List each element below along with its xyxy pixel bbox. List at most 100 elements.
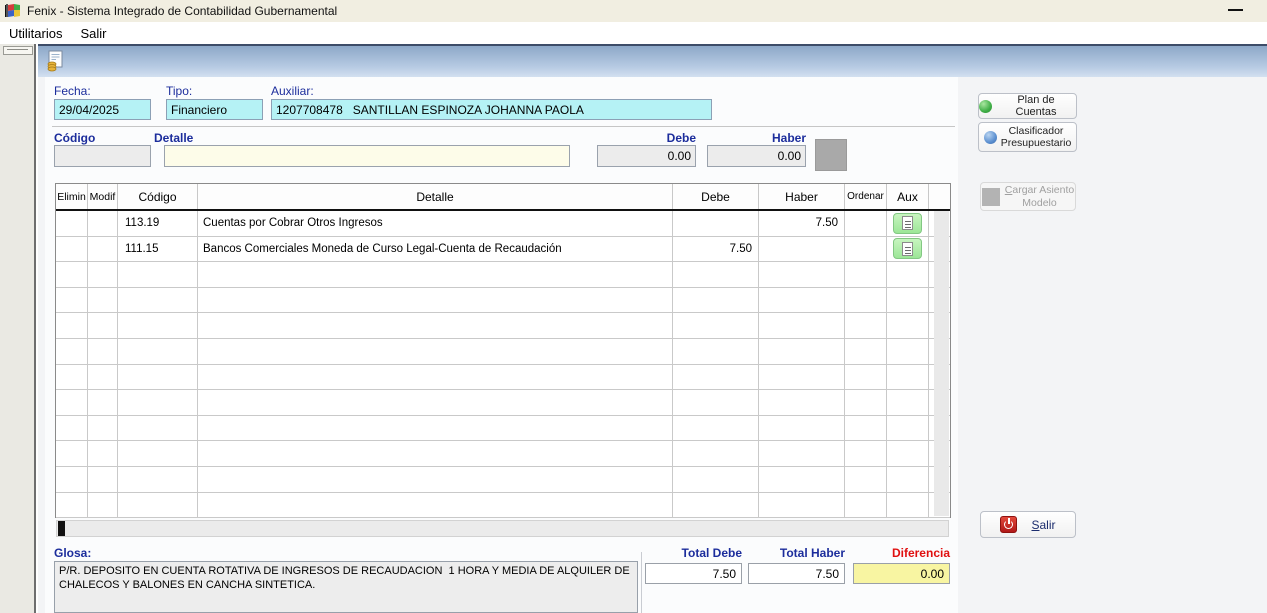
modif-cell[interactable] [88,365,118,390]
aux-cell [887,365,929,390]
fecha-field[interactable]: 29/04/2025 [54,99,151,120]
modif-cell[interactable] [88,416,118,441]
codigo-cell [118,288,198,313]
elimin-cell[interactable] [56,416,88,441]
codigo-field[interactable] [54,145,151,167]
table-row[interactable] [56,416,950,442]
debe-cell: 7.50 [673,237,759,262]
table-body: 113.19 Cuentas por Cobrar Otros Ingresos… [56,211,950,518]
ordenar-cell [845,390,887,415]
glosa-textarea[interactable]: P/R. DEPOSITO EN CUENTA ROTATIVA DE INGR… [54,561,638,613]
gray-square-icon [982,188,1000,206]
elimin-cell[interactable] [56,390,88,415]
table-row[interactable] [56,441,950,467]
diferencia-label: Diferencia [853,546,950,560]
detalle-cell [198,390,673,415]
debe-cell [673,365,759,390]
codigo-cell [118,365,198,390]
modif-cell[interactable] [88,441,118,466]
table-row[interactable]: 113.19 Cuentas por Cobrar Otros Ingresos… [56,211,950,237]
toolbar [38,44,1267,77]
entries-table: Elimin Modif Código Detalle Debe Haber O… [55,183,951,518]
aux-cell [887,441,929,466]
aux-cell [887,339,929,364]
table-row[interactable] [56,339,950,365]
journal-document-icon[interactable] [45,50,67,74]
codigo-cell [118,441,198,466]
menu-utilitarios[interactable]: Utilitarios [0,24,71,43]
glosa-label: Glosa: [54,546,91,560]
modif-cell[interactable] [88,390,118,415]
table-row[interactable] [56,365,950,391]
haber-cell [759,493,845,518]
elimin-cell[interactable] [56,237,88,262]
table-row[interactable] [56,467,950,493]
debe-label: Debe [597,131,696,145]
ordenar-cell [845,493,887,518]
horizontal-scrollbar[interactable] [56,520,949,537]
modif-cell[interactable] [88,313,118,338]
gray-square-button[interactable] [815,139,847,171]
modif-cell[interactable] [88,262,118,287]
total-debe-label: Total Debe [645,546,742,560]
detalle-label: Detalle [154,131,193,145]
debe-field[interactable]: 0.00 [597,145,696,167]
modif-cell[interactable] [88,237,118,262]
table-row[interactable] [56,288,950,314]
elimin-cell[interactable] [56,339,88,364]
plan-de-cuentas-label: Plan de Cuentas [996,94,1076,118]
aux-button[interactable] [893,213,922,234]
codigo-cell [118,416,198,441]
modif-cell[interactable] [88,467,118,492]
minimize-button[interactable] [1228,9,1243,11]
elimin-cell[interactable] [56,313,88,338]
debe-cell [673,493,759,518]
haber-cell [759,237,845,262]
total-haber-field: 7.50 [748,563,845,584]
elimin-cell[interactable] [56,288,88,313]
collapsed-panel-handle[interactable] [3,46,33,55]
separator-line [52,126,955,127]
codigo-cell [118,390,198,415]
elimin-cell[interactable] [56,467,88,492]
menu-salir[interactable]: Salir [71,24,115,43]
horizontal-scrollbar-thumb[interactable] [58,521,65,536]
salir-button[interactable]: Salir [980,511,1076,538]
ordenar-cell [845,262,887,287]
haber-field[interactable]: 0.00 [707,145,806,167]
table-row[interactable]: 111.15 Bancos Comerciales Moneda de Curs… [56,237,950,263]
detalle-cell: Bancos Comerciales Moneda de Curso Legal… [198,237,673,262]
clasificador-presupuestario-button[interactable]: Clasificador Presupuestario [978,122,1077,152]
power-icon [1000,516,1017,533]
plan-de-cuentas-button[interactable]: Plan de Cuentas [978,93,1077,119]
auxiliar-field[interactable]: 1207708478 SANTILLAN ESPINOZA JOHANNA PA… [271,99,712,120]
tipo-field[interactable]: Financiero [166,99,263,120]
detalle-field[interactable] [164,145,570,167]
elimin-cell[interactable] [56,441,88,466]
modif-cell[interactable] [88,211,118,236]
modif-cell[interactable] [88,339,118,364]
aux-cell [887,390,929,415]
aux-button[interactable] [893,238,922,259]
modif-cell[interactable] [88,493,118,518]
modif-cell[interactable] [88,288,118,313]
aux-cell [887,211,929,236]
elimin-cell[interactable] [56,211,88,236]
table-row[interactable] [56,313,950,339]
elimin-cell[interactable] [56,493,88,518]
aux-cell [887,313,929,338]
vertical-scrollbar[interactable] [934,211,949,516]
elimin-cell[interactable] [56,262,88,287]
haber-cell [759,390,845,415]
debe-cell [673,416,759,441]
codigo-cell [118,313,198,338]
table-row[interactable] [56,390,950,416]
table-row[interactable] [56,262,950,288]
codigo-cell [118,339,198,364]
ordenar-cell [845,288,887,313]
detalle-cell [198,365,673,390]
table-row[interactable] [56,493,950,519]
cargar-asiento-modelo-button[interactable]: Cargar Asiento Modelo [980,182,1076,211]
elimin-cell[interactable] [56,365,88,390]
fecha-label: Fecha: [54,84,91,98]
